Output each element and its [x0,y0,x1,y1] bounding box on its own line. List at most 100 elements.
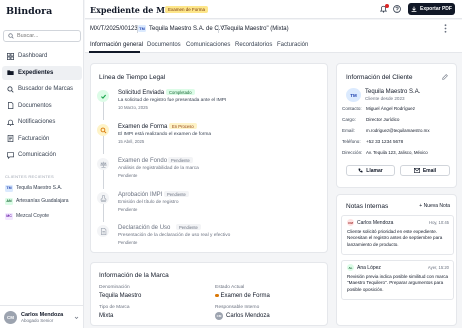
timeline-title: Aprobación IMPI [118,192,163,198]
note-item[interactable]: AL Ana López Ayer, 15:20 Revisión previa… [341,260,454,300]
sidebar-item-documentos[interactable]: Documentos [2,99,82,113]
timeline-description: El IMPI está realizando el examen de for… [118,132,212,137]
avatar: CM [347,219,354,226]
detail-value[interactable]: m.rodriguez@tequilamaestro.mx [366,128,430,133]
brand-info-card: Información de la Marca Denominación Teq… [90,262,328,326]
tab-informacion-general[interactable]: Información general [90,42,143,48]
timeline-connector [103,169,104,189]
sidebar-item-notificaciones[interactable]: Notificaciones [2,115,82,129]
sidebar: Blindora Dashboard Expedientes Buscador … [0,0,84,328]
sidebar-item-label: Documentos [18,102,52,109]
case-subheader: MX/T/2025/001234 TM Tequila Maestro S.A.… [85,20,462,38]
timeline-title: Declaración de Uso [118,225,171,231]
export-pdf-button[interactable]: Exportar PDF [408,3,455,15]
sidebar-item-buscador[interactable]: Buscador de Marcas [2,82,82,96]
sidebar-item-dashboard[interactable]: Dashboard [2,49,82,63]
tab-recordatorios[interactable]: Recordatorios [235,42,272,48]
search-icon [8,33,14,39]
client-avatar: TM [346,88,361,102]
search-input[interactable] [17,33,77,39]
note-time: Ayer, 15:20 [427,265,449,270]
recent-client-item[interactable]: TM Tequila Maestro S.A. [5,183,83,193]
timeline-connector [103,134,104,154]
sidebar-item-expedientes[interactable]: Expedientes [2,65,82,80]
stamp-icon [97,192,109,204]
timeline-date: 10 Marzo, 2025 [118,105,148,110]
recent-clients-heading: CLIENTES RECIENTES [5,174,54,179]
current-state: Examen de Forma [215,293,270,299]
timeline-date: Pendiente [118,207,138,212]
detail-value[interactable]: +52 33 1234 5678 [366,139,403,144]
timeline-description: Análisis de registrabilidad de la marca [118,166,199,171]
timeline-card: Línea de Tiempo Legal Solicitud Enviada … [90,63,328,253]
tab-documentos[interactable]: Documentos [147,42,181,48]
tab-facturacion[interactable]: Facturación [277,42,308,48]
tab-comunicaciones[interactable]: Comunicaciones [186,42,230,48]
field-label: Denominación [99,285,130,290]
field-label: Estado Actual [215,285,245,290]
edit-icon[interactable] [442,74,448,80]
sidebar-item-label: Comunicación [18,152,57,158]
sidebar-item-comunicacion[interactable]: Comunicación [2,148,82,162]
recent-client-name: Mezcal Coyote [16,213,50,219]
search-icon [97,124,109,136]
timeline-date: Pendiente [118,240,138,245]
client-tag: MC [5,212,13,220]
more-options-icon[interactable] [444,24,447,33]
sidebar-item-facturacion[interactable]: Facturación [2,132,82,146]
sidebar-item-label: Dashboard [18,53,48,59]
detail-value: Miguel Ángel Rodríguez [366,106,416,111]
detail-label: Email: [342,128,355,133]
note-text: Cliente solicitó prioridad en este exped… [347,229,443,247]
avatar: CM [215,312,223,320]
folder-icon [6,69,14,76]
field-value: Carlos Mendoza [226,313,270,319]
client-since: Cliente desde 2023 [365,96,405,101]
user-profile[interactable]: CM Carlos Mendoza Abogado Senior [0,305,84,328]
note-item[interactable]: CM Carlos Mendoza Hoy, 10:45 Cliente sol… [341,215,454,255]
notification-dot [385,4,389,8]
recent-client-name: Artesanías Guadalajara [16,198,69,204]
detail-label: Dirección: [342,150,363,155]
app-logo[interactable]: Blindora [6,6,52,17]
recent-client-item[interactable]: MC Mezcal Coyote [5,211,83,221]
client-detail-row: Cargo: Director Jurídico [337,117,457,125]
client-name[interactable]: Tequila Maestro S.A. de C.V. [149,26,226,32]
timeline-description: Emisión del título de registro [118,200,179,205]
document-icon [6,102,14,109]
chevron-down-icon[interactable] [74,315,79,320]
field-label: Tipo de Marca [99,305,130,310]
phone-icon [358,168,363,173]
export-pdf-label: Exportar PDF [420,6,452,12]
bell-icon [6,119,14,126]
client-tag: TM [5,184,13,192]
email-button[interactable]: Email [400,165,450,176]
status-badge: Pendiente [164,191,189,197]
new-note-button[interactable]: + Nueva Nota [419,203,450,209]
note-author: Ana López [357,265,381,271]
mark-name: "Tequila Maestro" (Mixta) [222,26,289,32]
detail-label: Cargo: [342,117,356,122]
detail-value: Av. Tequila 123, Jalisco, México [366,150,428,155]
download-icon [411,6,417,12]
timeline-date: 15 Abril, 2025 [118,139,145,144]
user-name: Carlos Mendoza [21,311,64,318]
detail-value: Director Jurídico [366,117,400,122]
sidebar-nav: Dashboard Expedientes Buscador de Marcas… [0,49,84,165]
timeline-title: Examen de Fondo [118,158,168,164]
notes-card: Notas Internas + Nueva Nota CM Carlos Me… [336,194,457,326]
help-icon[interactable] [393,5,401,13]
recent-client-item[interactable]: AN Artesanías Guadalajara [5,196,83,206]
status-badge: Pendiente [176,224,201,230]
status-badge: En Proceso [169,123,197,129]
document-icon [97,225,109,237]
call-button[interactable]: Llamar [346,165,395,176]
status-badge: Completado [166,89,195,95]
status-dot [215,293,219,298]
field-label: Responsable Interno [215,305,260,310]
timeline-title: Examen de Forma [118,124,168,130]
mail-icon [413,168,420,173]
card-title: Información del Cliente [346,74,413,81]
sidebar-search[interactable] [3,30,81,42]
responsible: CM Carlos Mendoza [215,312,270,320]
